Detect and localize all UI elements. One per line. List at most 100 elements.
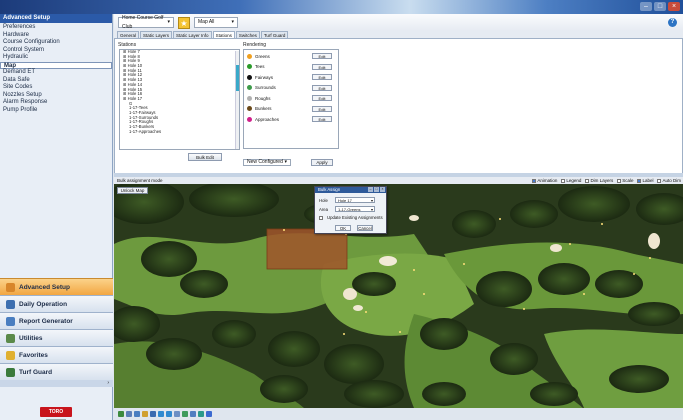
layer-dim-layers[interactable]: Dim Layers — [585, 177, 613, 184]
rendering-edit-button[interactable]: Edit — [312, 53, 332, 59]
layer-legend[interactable]: Legend — [561, 177, 581, 184]
layer-animation[interactable]: Animation — [532, 177, 557, 184]
star-icon[interactable]: ★ — [178, 16, 190, 29]
stations-tree[interactable]: ⊞ Hole 7 ⊞ Hole 8 ⊞ Hole 9 ⊞ Hole 10 ⊞ Hole … — [119, 49, 240, 150]
layer-scale[interactable]: Scale — [617, 177, 633, 184]
draw-icon[interactable] — [134, 411, 140, 417]
bulk-edit-button[interactable]: Bulk Edit — [188, 153, 222, 161]
layer-options: Animation Legend Dim Layers Scale Label Auto … — [532, 177, 681, 184]
sidebar-item-alarm-response[interactable]: Alarm Response — [0, 99, 112, 107]
stations-scrollbar[interactable] — [235, 51, 239, 149]
maximize-button[interactable]: □ — [654, 2, 666, 11]
layer-checkbox[interactable] — [657, 178, 662, 183]
layer-checkbox[interactable] — [637, 178, 642, 183]
close-button[interactable]: × — [668, 2, 680, 11]
hole-select[interactable]: Hole 17 ▾ — [335, 197, 375, 203]
tab-turf-guard[interactable]: Turf Guard — [260, 31, 289, 38]
layer-label[interactable]: Label — [637, 177, 653, 184]
undo-icon[interactable] — [190, 411, 196, 417]
minimize-button[interactable]: – — [640, 2, 652, 11]
sidebar-item-hardware[interactable]: Hardware — [0, 32, 112, 40]
module-icon — [6, 299, 15, 309]
tab-switches[interactable]: Switches — [235, 31, 260, 38]
area-select-value: 1-17-Greens — [338, 207, 361, 212]
layer-checkbox[interactable] — [617, 178, 622, 183]
module-advanced-setup[interactable]: Advanced Setup — [0, 278, 113, 295]
arrow-icon[interactable] — [182, 411, 188, 417]
rendering-item-bunkers: Bunkers — [247, 106, 272, 112]
dialog-minimize-button[interactable]: – — [368, 187, 373, 192]
tab-static-layer-info[interactable]: Static Layer Info — [173, 31, 212, 38]
module-favorites[interactable]: Favorites — [0, 346, 113, 363]
dialog-maximize-button[interactable]: □ — [374, 187, 379, 192]
map-view[interactable]: Unlock Map Bulk Assign – □ × Hole Hole 1… — [114, 184, 683, 408]
sidebar-item-map[interactable]: Map — [0, 61, 112, 69]
sidebar-item-demand-et[interactable]: Demand ET — [0, 69, 112, 77]
chevron-down-icon: ▾ — [284, 159, 287, 165]
mode-label: Bulk assignment mode — [117, 178, 163, 183]
sidebar-item-pump-profile[interactable]: Pump Profile — [0, 107, 112, 115]
sidebar-item-nozzles-setup[interactable]: Nozzles Setup — [0, 92, 112, 100]
sidebar-item-site-codes[interactable]: Site Codes — [0, 84, 112, 92]
chevron-down-icon: ▾ — [167, 19, 170, 25]
rendering-edit-button[interactable]: Edit — [312, 84, 332, 91]
sidebar-item-control-system[interactable]: Control System — [0, 47, 112, 55]
stations-label: Stations — [118, 42, 137, 48]
map-select[interactable]: Map All ▾ — [194, 17, 238, 28]
measure-icon[interactable] — [174, 411, 180, 417]
rendering-edit-button[interactable]: Edit — [312, 63, 332, 70]
sidebar-list: Preferences Hardware Course Configuration C… — [0, 23, 112, 115]
unlock-map-button[interactable]: Unlock Map — [117, 187, 148, 194]
sidebar-item-hydraulic[interactable]: Hydraulic — [0, 54, 112, 62]
layer-checkbox[interactable] — [585, 178, 590, 183]
sidebar-collapse[interactable]: › — [0, 380, 113, 387]
update-checkbox[interactable] — [319, 215, 323, 220]
layer-checkbox[interactable] — [561, 178, 566, 183]
module-daily-operation[interactable]: Daily Operation — [0, 295, 113, 312]
select-icon[interactable] — [126, 411, 132, 417]
zoom-in-icon[interactable] — [158, 411, 164, 417]
layer-label: Scale — [622, 178, 634, 183]
tab-general[interactable]: General — [117, 31, 140, 38]
grid-icon[interactable] — [150, 411, 156, 417]
module-label: Report Generator — [19, 317, 73, 325]
rendering-label: Rendering — [243, 42, 267, 48]
dialog-close-button[interactable]: × — [380, 187, 385, 192]
apply-button[interactable]: Apply — [311, 159, 333, 166]
course-select[interactable]: Home Course Golf Club ▾ — [118, 15, 174, 30]
rendering-edit-button[interactable]: Edit — [312, 74, 332, 80]
rendering-color-swatch — [247, 95, 252, 101]
toro-logo: TORO — [40, 407, 72, 417]
ok-button[interactable]: OK — [335, 225, 351, 231]
course-select-value: Home Course Golf Club — [122, 14, 164, 30]
rendering-edit-button[interactable]: Edit — [312, 95, 332, 101]
layers-icon[interactable] — [206, 411, 212, 417]
rendering-edit-button[interactable]: Edit — [312, 116, 332, 122]
sidebar-item-data-safe[interactable]: Data Safe — [0, 77, 112, 85]
layer-label: Legend — [566, 178, 582, 183]
station-item[interactable]: 1-17-Approaches — [120, 129, 239, 135]
scroll-thumb[interactable] — [236, 65, 239, 91]
hole-select-value: Hole 17 — [338, 198, 352, 203]
tab-static-layers[interactable]: Static Layers — [140, 31, 173, 38]
help-icon[interactable]: ? — [668, 18, 677, 27]
module-label: Daily Operation — [19, 300, 68, 308]
layer-checkbox[interactable] — [532, 178, 537, 183]
refresh-icon[interactable] — [198, 411, 204, 417]
sidebar-item-preferences[interactable]: Preferences — [0, 24, 112, 32]
point-icon[interactable] — [142, 411, 148, 417]
module-report-generator[interactable]: Report Generator — [0, 312, 113, 329]
module-utilities[interactable]: Utilities — [0, 329, 113, 346]
pan-icon[interactable] — [118, 411, 124, 417]
map-toolbar — [114, 408, 683, 420]
zoom-out-icon[interactable] — [166, 411, 172, 417]
sidebar-item-course-configuration[interactable]: Course Configuration — [0, 39, 112, 47]
rendering-select[interactable]: New Configured ▾ — [243, 159, 291, 166]
layer-auto-dim[interactable]: Auto Dim — [657, 177, 681, 184]
area-select[interactable]: 1-17-Greens ▾ — [335, 206, 375, 212]
app-window: – □ × Advanced Setup Preferences Hardware… — [0, 0, 683, 420]
cancel-button[interactable]: Cancel — [357, 225, 373, 231]
tab-stations[interactable]: Stations — [212, 31, 235, 38]
rendering-edit-button[interactable]: Edit — [312, 105, 332, 112]
module-turf-guard[interactable]: Turf Guard — [0, 363, 113, 380]
